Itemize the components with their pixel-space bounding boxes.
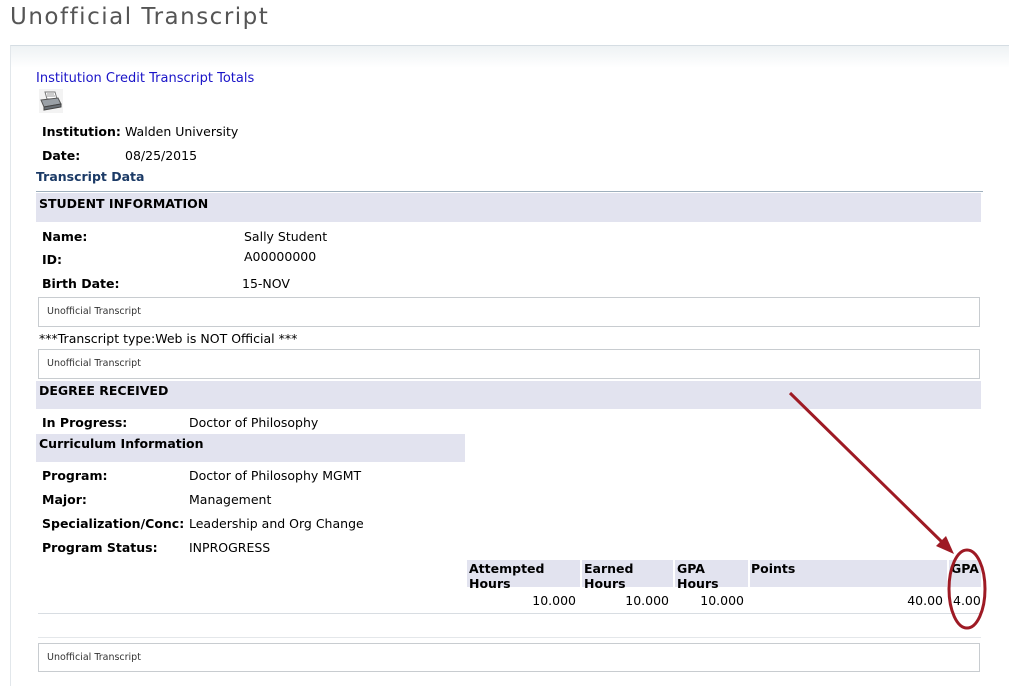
annotation-overlay: [788, 391, 987, 630]
annotation-arrow-line: [788, 391, 946, 546]
gpa-highlight-ellipse: [947, 548, 987, 630]
